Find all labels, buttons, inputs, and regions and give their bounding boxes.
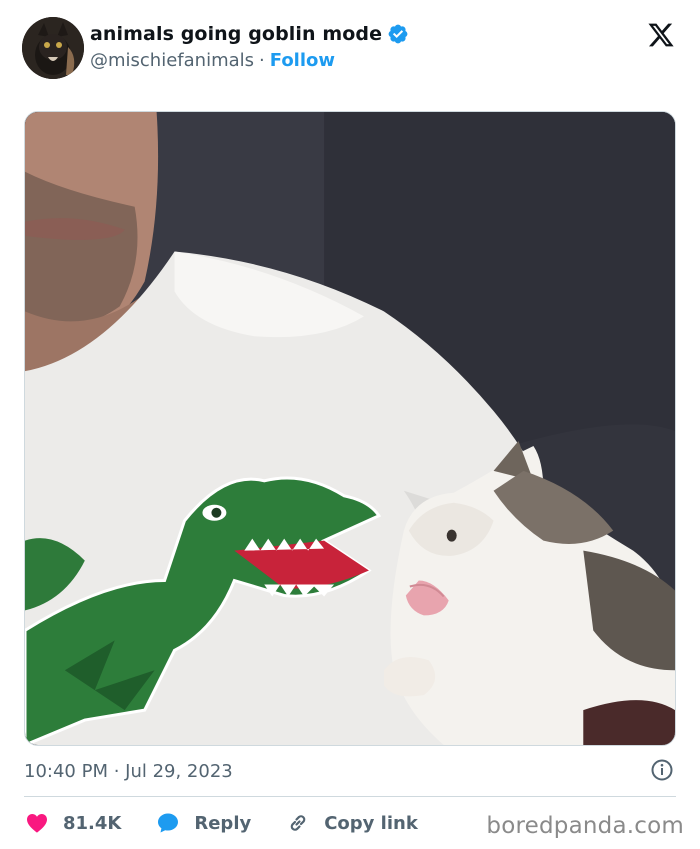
watermark: boredpanda.com	[486, 813, 684, 839]
divider	[24, 796, 676, 797]
post-timestamp[interactable]: 10:40 PM · Jul 29, 2023	[24, 761, 233, 782]
heart-icon	[27, 814, 47, 833]
speech-bubble-icon	[158, 813, 179, 833]
account-handle[interactable]: @mischiefanimals	[90, 50, 254, 71]
action-bar: 81.4K Reply Copy link	[24, 806, 452, 840]
timestamp-row: 10:40 PM · Jul 29, 2023	[24, 758, 676, 784]
verified-badge-icon	[388, 24, 408, 44]
avatar[interactable]	[22, 17, 84, 79]
info-icon[interactable]	[650, 758, 674, 782]
x-logo-icon[interactable]	[646, 21, 676, 49]
link-icon	[290, 815, 306, 831]
follow-button[interactable]: Follow	[270, 50, 335, 71]
tweet-header: animals going goblin mode @mischiefanima…	[22, 17, 678, 81]
like-count: 81.4K	[63, 812, 122, 834]
name-row: animals going goblin mode	[90, 23, 409, 45]
display-name[interactable]: animals going goblin mode	[90, 23, 382, 45]
copy-link-label: Copy link	[324, 812, 418, 834]
reply-button[interactable]: Reply	[155, 811, 251, 835]
reply-label: Reply	[194, 812, 252, 834]
copy-link-button[interactable]: Copy link	[285, 811, 418, 835]
like-button[interactable]: 81.4K	[24, 811, 121, 835]
handle-row: @mischiefanimals · Follow	[90, 50, 335, 71]
avatar-image	[22, 17, 84, 79]
separator-dot: ·	[259, 50, 265, 71]
post-image[interactable]	[24, 111, 676, 746]
post-photo	[25, 112, 675, 745]
